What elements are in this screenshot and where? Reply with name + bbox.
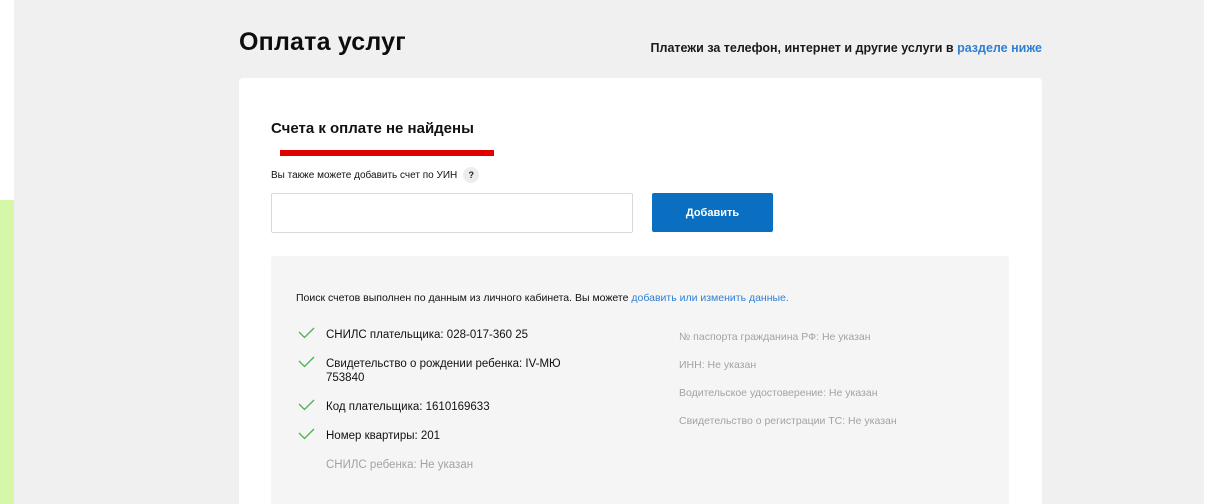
page-title: Оплата услуг <box>239 28 406 56</box>
filled-data-list: СНИЛС плательщика: 028-017-360 25 Свидет… <box>298 327 618 487</box>
bills-card: Счета к оплате не найдены Вы также может… <box>239 78 1042 504</box>
list-item-label: Свидетельство о рождении ребенка: IV-МЮ … <box>326 358 561 384</box>
missing-data-list: № паспорта гражданина РФ: Не указан ИНН:… <box>679 331 999 443</box>
check-icon <box>298 356 315 368</box>
add-button[interactable]: Добавить <box>652 193 773 232</box>
check-icon <box>298 327 315 339</box>
help-icon[interactable]: ? <box>463 167 480 183</box>
left-accent-strip <box>0 200 14 504</box>
header-note-text: Платежи за телефон, интернет и другие ус… <box>650 41 954 55</box>
right-margin <box>1204 0 1212 504</box>
list-item-label: Номер квартиры: 201 <box>326 430 441 442</box>
check-icon <box>298 399 315 411</box>
list-item: Свидетельство о рождении ребенка: IV-МЮ … <box>298 356 618 385</box>
check-icon <box>298 428 315 440</box>
info-text-body: Поиск счетов выполнен по данным из лично… <box>296 292 629 304</box>
uin-label-text: Вы также можете добавить счет по УИН <box>271 169 458 181</box>
list-item-label: СНИЛС ребенка: Не указан <box>326 459 474 471</box>
list-item: СНИЛС ребенка: Не указан <box>298 458 618 472</box>
uin-input[interactable] <box>271 193 633 233</box>
list-item-label: Код плательщика: 1610169633 <box>326 401 490 413</box>
missing-item: ИНН: Не указан <box>679 359 757 371</box>
uin-label: Вы также можете добавить счет по УИН ? <box>271 167 480 183</box>
header-note-link[interactable]: разделе ниже <box>957 41 1042 55</box>
info-panel: Поиск счетов выполнен по данным из лично… <box>271 256 1009 504</box>
redaction-bar <box>280 150 494 156</box>
missing-item: Водительское удостоверение: Не указан <box>679 387 878 399</box>
missing-item: № паспорта гражданина РФ: Не указан <box>679 331 871 343</box>
edit-data-link[interactable]: добавить или изменить данные. <box>631 292 788 304</box>
card-heading: Счета к оплате не найдены <box>271 120 474 137</box>
missing-item: Свидетельство о регистрации ТС: Не указа… <box>679 415 897 427</box>
header-note: Платежи за телефон, интернет и другие ус… <box>651 41 1042 55</box>
list-item: Код плательщика: 1610169633 <box>298 399 618 414</box>
info-text: Поиск счетов выполнен по данным из лично… <box>296 292 789 304</box>
list-item: Номер квартиры: 201 <box>298 428 618 443</box>
list-item-label: СНИЛС плательщика: 028-017-360 25 <box>326 329 529 341</box>
list-item: СНИЛС плательщика: 028-017-360 25 <box>298 327 618 342</box>
